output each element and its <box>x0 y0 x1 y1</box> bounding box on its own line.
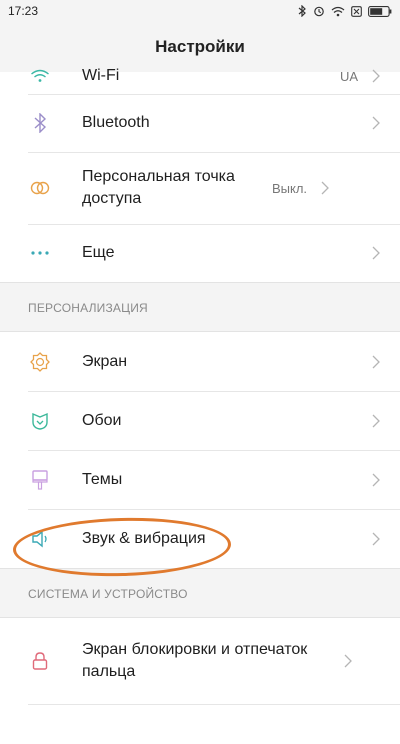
section-header-personalization: ПЕРСОНАЛИЗАЦИЯ <box>0 282 400 332</box>
alarm-icon <box>313 5 325 17</box>
hotspot-icon <box>28 176 52 200</box>
battery-icon <box>368 5 392 17</box>
status-time: 17:23 <box>8 4 39 18</box>
chevron-right-icon <box>370 473 382 487</box>
settings-item-label: Экран <box>82 352 128 370</box>
brightness-icon <box>28 350 52 374</box>
settings-item-partial[interactable] <box>0 704 400 744</box>
bluetooth-icon <box>28 111 52 135</box>
system-group: Экран блокировки и отпечаток пальца <box>0 618 400 744</box>
themes-brush-icon <box>28 468 52 492</box>
settings-item-label: Обои <box>82 411 122 429</box>
section-header-system-device: СИСТЕМА И УСТРОЙСТВО <box>0 568 400 618</box>
chevron-right-icon <box>370 414 382 428</box>
settings-item-themes[interactable]: Темы <box>0 450 400 509</box>
bluetooth-status-icon <box>297 5 307 17</box>
no-sim-icon <box>351 5 362 17</box>
personalization-group: Экран Обои Темы Звук & вибрация <box>0 332 400 568</box>
status-icons <box>297 5 392 17</box>
wallpaper-icon <box>28 409 52 433</box>
settings-item-label: Еще <box>82 244 115 261</box>
settings-item-label: Bluetooth <box>82 114 150 131</box>
wifi-network-value: UA <box>339 68 358 84</box>
settings-item-display[interactable]: Экран <box>0 332 400 391</box>
more-dots-icon <box>28 241 52 265</box>
chevron-right-icon <box>342 654 354 668</box>
settings-item-wifi[interactable]: Wi-Fi UA <box>0 67 400 94</box>
chevron-right-icon <box>370 532 382 546</box>
wifi-status-icon <box>331 6 345 17</box>
settings-item-label: Звук & вибрация <box>82 529 206 547</box>
settings-item-hotspot[interactable]: Персональная точка доступа Выкл. <box>0 152 400 224</box>
settings-item-lock-screen-fingerprint[interactable]: Экран блокировки и отпечаток пальца <box>0 618 400 704</box>
settings-item-label: Экран блокировки и отпечаток пальца <box>82 641 308 680</box>
settings-item-sound-vibration[interactable]: Звук & вибрация <box>0 509 400 568</box>
network-group: Wi-Fi UA Bluetooth Персональная точка до… <box>0 67 400 282</box>
wifi-icon <box>28 64 52 88</box>
status-bar: 17:23 <box>0 0 400 22</box>
settings-item-label: Wi-Fi <box>82 67 120 84</box>
settings-list: Wi-Fi UA Bluetooth Персональная точка до… <box>0 67 400 744</box>
settings-item-more[interactable]: Еще <box>0 224 400 282</box>
chevron-right-icon <box>370 69 382 83</box>
page-title: Настройки <box>155 37 245 56</box>
chevron-right-icon <box>370 246 382 260</box>
settings-item-label: Персональная точка доступа <box>82 168 235 207</box>
chevron-right-icon <box>370 355 382 369</box>
settings-item-bluetooth[interactable]: Bluetooth <box>0 94 400 152</box>
chevron-right-icon <box>370 116 382 130</box>
hotspot-status-value: Выкл. <box>272 180 308 196</box>
lock-icon <box>28 649 52 673</box>
chevron-right-icon <box>319 181 331 195</box>
speaker-icon <box>28 527 52 551</box>
settings-item-wallpaper[interactable]: Обои <box>0 391 400 450</box>
settings-item-label: Темы <box>82 470 123 488</box>
